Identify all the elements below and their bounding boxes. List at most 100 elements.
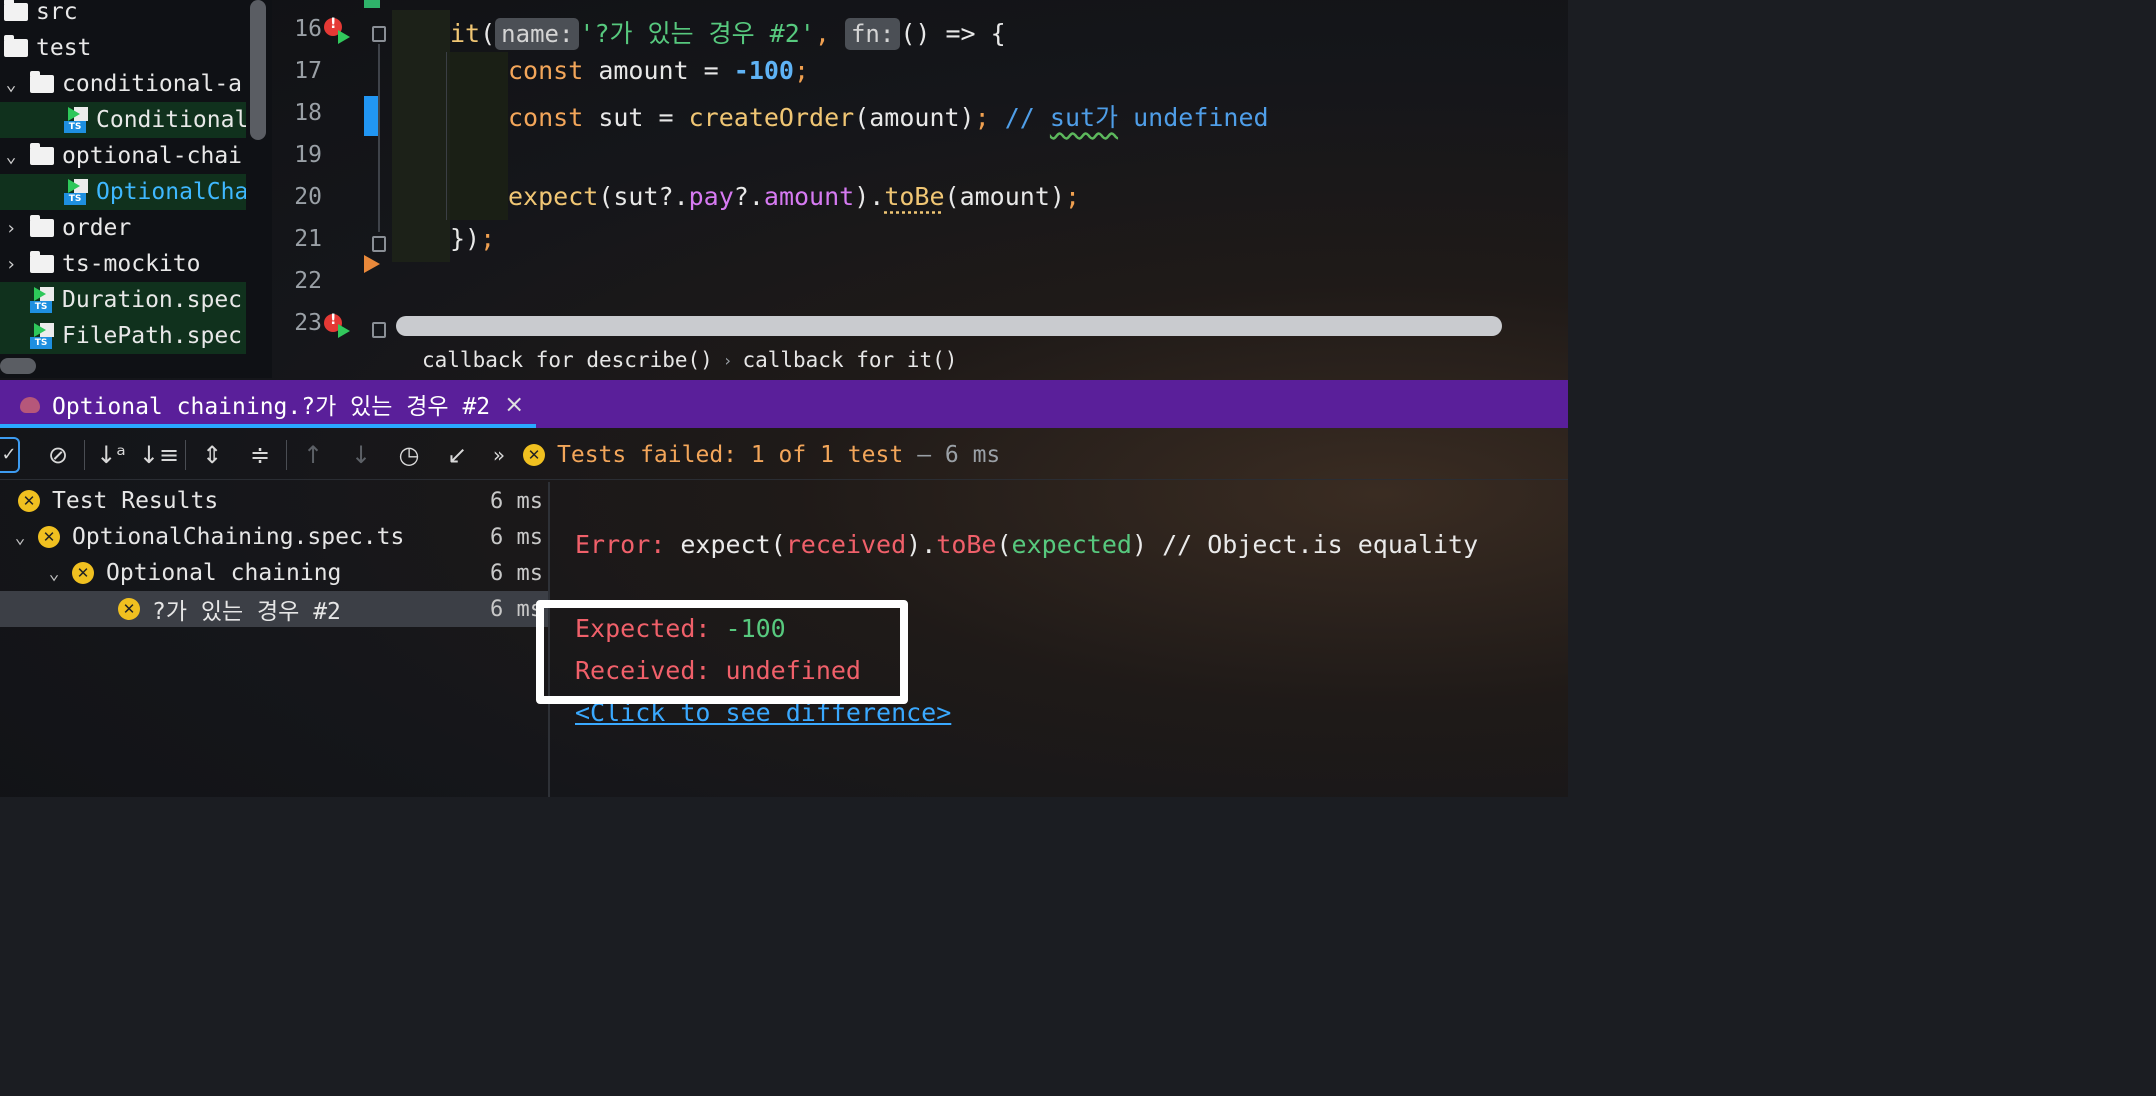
- code-token: ?.: [733, 182, 764, 211]
- code-token: -100: [733, 56, 794, 85]
- output-text: received: [785, 530, 907, 559]
- indent-highlight: [450, 52, 508, 220]
- ts-test-file-icon: TS: [30, 323, 56, 349]
- ts-test-file-icon: TS: [30, 287, 56, 313]
- tree-item-label: ts-mockito: [62, 251, 201, 277]
- editor-horizontal-scrollbar[interactable]: [396, 316, 1502, 336]
- test-node-label: Optional chaining: [106, 560, 342, 586]
- test-node-suite[interactable]: ⌄ ✕ Optional chaining 6 ms: [0, 555, 548, 591]
- folder-icon: [30, 215, 54, 237]
- code-line-21: });: [450, 224, 495, 253]
- collapse-all-icon[interactable]: ≑: [236, 431, 284, 479]
- run-tab[interactable]: Optional chaining.?가 있는 경우 #2 ×: [0, 380, 536, 428]
- tree-item-order[interactable]: › order: [0, 210, 246, 246]
- code-token: const: [508, 56, 584, 85]
- next-failed-test-icon[interactable]: ↓: [337, 431, 385, 479]
- show-passed-toggle[interactable]: ✓: [0, 436, 20, 473]
- folder-icon: [30, 71, 54, 93]
- line-number: 22: [294, 268, 322, 294]
- close-icon[interactable]: ×: [504, 390, 524, 418]
- folder-icon: [30, 251, 54, 273]
- line-number: 20: [294, 184, 322, 210]
- run-test-icon[interactable]: [338, 324, 350, 338]
- error-message-line: Error: expect(received).toBe(expected) /…: [575, 530, 1478, 559]
- line-number: 18: [294, 100, 322, 126]
- tree-item-test[interactable]: test: [0, 30, 246, 66]
- ide-window: src test ⌄ conditional-a TS Conditional …: [0, 0, 1568, 797]
- tree-item-src[interactable]: src: [0, 0, 246, 30]
- previous-failed-test-icon[interactable]: ↑: [289, 431, 337, 479]
- ts-test-file-icon: TS: [64, 179, 90, 205]
- ts-test-file-icon: TS: [64, 107, 90, 133]
- tree-item-optional-chaining-spec[interactable]: TS OptionalCha: [0, 174, 246, 210]
- code-token: ;: [1064, 182, 1081, 211]
- test-runner-toolbar: ✓ ⊘ ↓ᵃ ↓≡ ⇕ ≑ ↑ ↓ ◷ ↙ » ✕ Tests failed: …: [0, 430, 1568, 480]
- code-line-16: it(name: '?가 있는 경우 #2', fn:() => {: [450, 18, 1006, 50]
- line-number: 23: [294, 310, 322, 336]
- jest-icon: [18, 393, 42, 415]
- folder-icon: [30, 143, 54, 165]
- code-line-17: const amount = -100;: [508, 56, 809, 85]
- tree-item-ts-mockito[interactable]: › ts-mockito: [0, 246, 246, 282]
- chevron-down-icon[interactable]: ⌄: [0, 74, 22, 95]
- run-tab-label: Optional chaining.?가 있는 경우 #2: [52, 394, 491, 420]
- breadcrumb-item[interactable]: callback for describe(): [422, 348, 713, 372]
- failed-test-icon: ✕: [18, 490, 40, 512]
- tree-item-optional-chaining[interactable]: ⌄ optional-chai: [0, 138, 246, 174]
- project-tree: src test ⌄ conditional-a TS Conditional …: [0, 0, 272, 378]
- code-token: ,: [814, 19, 830, 48]
- fold-toggle-icon[interactable]: [372, 26, 386, 42]
- fold-toggle-icon[interactable]: [372, 322, 386, 338]
- code-token: ;: [794, 56, 810, 85]
- chevron-down-icon[interactable]: ⌄: [42, 563, 66, 584]
- test-history-icon[interactable]: ◷: [385, 431, 433, 479]
- show-ignored-icon[interactable]: ⊘: [34, 431, 82, 479]
- folder-icon: [4, 0, 28, 21]
- code-comment: undefined: [1118, 103, 1269, 132]
- code-token: () => {: [900, 19, 1006, 48]
- breadcrumb-separator: ›: [722, 350, 733, 370]
- chevron-right-icon[interactable]: ›: [0, 218, 22, 239]
- more-actions-icon[interactable]: »: [481, 431, 517, 479]
- tree-item-duration-spec[interactable]: TS Duration.spec: [0, 282, 246, 318]
- bookmark-arrow-icon[interactable]: [364, 255, 380, 273]
- code-token: amount =: [583, 56, 734, 85]
- tree-item-label: order: [62, 215, 132, 241]
- toolbar-divider: [84, 439, 85, 470]
- code-comment: sut가: [1049, 103, 1119, 132]
- run-test-icon[interactable]: [338, 30, 350, 44]
- code-token: (amount): [944, 182, 1065, 211]
- code-token: (amount): [854, 103, 975, 132]
- test-duration: 6 ms: [490, 524, 543, 550]
- breadcrumb-item[interactable]: callback for it(): [742, 348, 957, 372]
- code-editor[interactable]: 16 17 18 19 20 21 22 23 it(name:'?가 있는 경…: [272, 0, 1568, 342]
- chevron-down-icon[interactable]: ⌄: [0, 146, 22, 167]
- output-text: toBe: [936, 530, 997, 559]
- test-duration: 6 ms: [490, 488, 543, 514]
- test-node-root[interactable]: ✕ Test Results 6 ms: [0, 483, 548, 519]
- chevron-down-icon[interactable]: ⌄: [8, 527, 32, 548]
- expand-all-icon[interactable]: ⇕: [188, 431, 236, 479]
- tree-item-label: src: [36, 0, 78, 25]
- tree-item-conditional-spec[interactable]: TS Conditional: [0, 102, 246, 138]
- tree-item-label: Duration.spec: [62, 287, 243, 313]
- code-token: createOrder: [688, 103, 855, 132]
- output-text: (: [996, 530, 1012, 559]
- test-node-case[interactable]: ✕ ?가 있는 경우 #2 6 ms: [0, 591, 548, 627]
- import-tests-icon[interactable]: ↙: [433, 431, 481, 479]
- fold-toggle-icon[interactable]: [372, 236, 386, 252]
- sort-by-duration-icon[interactable]: ↓≡: [135, 431, 183, 479]
- tree-vertical-scrollbar[interactable]: [250, 0, 266, 140]
- indent-guide: [446, 52, 447, 220]
- folder-icon: [4, 35, 28, 57]
- status-duration: – 6 ms: [917, 441, 1001, 468]
- chevron-right-icon[interactable]: ›: [0, 254, 22, 275]
- failed-test-icon: ✕: [118, 598, 140, 620]
- test-node-file[interactable]: ⌄ ✕ OptionalChaining.spec.ts 6 ms: [0, 519, 548, 555]
- tree-item-filepath-spec[interactable]: TS FilePath.spec: [0, 318, 246, 354]
- sort-alphabetically-icon[interactable]: ↓ᵃ: [87, 431, 135, 479]
- tree-item-conditional[interactable]: ⌄ conditional-a: [0, 66, 246, 102]
- code-token: ).: [854, 182, 885, 211]
- code-token: sut =: [583, 103, 689, 132]
- tree-horizontal-scrollbar[interactable]: [0, 358, 36, 374]
